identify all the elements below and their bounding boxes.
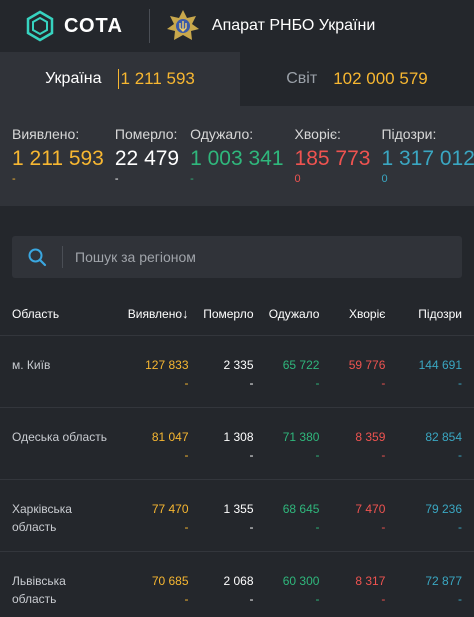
col-recovered-header[interactable]: Одужало xyxy=(254,307,320,321)
stat-label: Підозри: xyxy=(381,126,437,142)
tab-world-label: Світ xyxy=(286,70,318,87)
deaths-value: 1 355 xyxy=(223,502,254,516)
region-name: Одеська область xyxy=(12,430,107,444)
stat-label: Одужало: xyxy=(190,126,254,142)
sota-logo-icon xyxy=(26,10,54,42)
stat-delta: - xyxy=(12,173,16,185)
suspected-delta: - xyxy=(458,592,463,606)
deaths-value: 2 068 xyxy=(223,574,254,588)
sick-value: 8 317 xyxy=(355,574,386,588)
stat-value: 185 773 xyxy=(294,147,371,170)
org-link[interactable]: Апарат РНБО України xyxy=(166,9,375,43)
deaths-value: 1 308 xyxy=(223,430,254,444)
stat-delta: 0 xyxy=(294,173,301,185)
stat-delta: - xyxy=(190,173,194,185)
rnbo-emblem-icon xyxy=(166,10,199,40)
search-box[interactable] xyxy=(12,236,462,278)
deaths-value: 2 335 xyxy=(223,358,254,372)
search-icon[interactable] xyxy=(12,247,62,267)
stat-value: 22 479 xyxy=(114,147,180,170)
tab-world-value: 102 000 579 xyxy=(333,69,428,88)
stat-delta: - xyxy=(114,173,119,185)
sota-logo[interactable]: СОТА xyxy=(24,10,123,42)
suspected-value: 144 691 xyxy=(418,358,463,372)
sick-value: 8 359 xyxy=(355,430,386,444)
table-header: Область Виявлено↓ Померло Одужало Хворіє… xyxy=(0,292,474,336)
stat-value: 1 003 341 xyxy=(190,147,284,170)
search-section xyxy=(0,206,474,292)
suspected-value: 82 854 xyxy=(425,430,463,444)
stat-delta: 0 xyxy=(381,173,388,185)
confirmed-value: 81 047 xyxy=(151,430,189,444)
col-deaths-header[interactable]: Померло xyxy=(189,307,253,321)
table-row[interactable]: Харківська область 77 470- 1 355- 68 645… xyxy=(0,480,474,552)
search-input[interactable] xyxy=(63,249,462,265)
summary-panel: Виявлено: 1 211 593 - Померло: 22 479 - … xyxy=(0,106,474,206)
col-region-header[interactable]: Область xyxy=(12,307,109,321)
org-name: Апарат РНБО України xyxy=(211,17,376,34)
tab-world[interactable]: Світ 102 000 579 xyxy=(240,52,474,106)
region-name: Харківська область xyxy=(12,502,72,534)
table-row[interactable]: Одеська область 81 047- 1 308- 71 380- 8… xyxy=(0,408,474,480)
confirmed-value: 70 685 xyxy=(151,574,189,588)
sick-value: 59 776 xyxy=(348,358,386,372)
recovered-value: 60 300 xyxy=(282,574,320,588)
region-name: Львівська область xyxy=(12,574,66,606)
stat-label: Виявлено: xyxy=(12,126,80,142)
logo-text: СОТА xyxy=(64,14,123,37)
stat-label: Померло: xyxy=(114,126,178,142)
stat-confirmed: Виявлено: 1 211 593 - xyxy=(12,126,104,206)
suspected-delta: - xyxy=(458,376,463,390)
stat-value: 1 317 012 xyxy=(381,147,474,170)
scope-tabs: Україна 1 211 593 Світ 102 000 579 xyxy=(0,52,474,106)
recovered-value: 71 380 xyxy=(282,430,320,444)
recovered-value: 65 722 xyxy=(282,358,320,372)
app-header: СОТА Апарат РНБО України xyxy=(0,0,474,52)
suspected-delta: - xyxy=(458,520,463,534)
tab-ukraine-label: Україна xyxy=(45,70,102,87)
suspected-value: 72 877 xyxy=(425,574,463,588)
suspected-delta: - xyxy=(458,448,463,462)
stat-value: 1 211 593 xyxy=(12,147,104,170)
stat-deaths: Померло: 22 479 - xyxy=(115,126,179,206)
confirmed-value: 127 833 xyxy=(145,358,189,372)
col-confirmed-label: Виявлено xyxy=(127,307,183,321)
stat-recovered: Одужало: 1 003 341 - xyxy=(190,126,283,206)
tab-ukraine[interactable]: Україна 1 211 593 xyxy=(0,52,240,106)
stat-sick: Хворіє: 185 773 0 xyxy=(295,126,371,206)
col-confirmed-header[interactable]: Виявлено↓ xyxy=(109,306,189,321)
confirmed-value: 77 470 xyxy=(151,502,189,516)
tab-ukraine-value: 1 211 593 xyxy=(117,69,195,89)
col-suspected-header[interactable]: Підозри xyxy=(385,307,462,321)
col-sick-header[interactable]: Хворіє xyxy=(319,307,385,321)
header-divider xyxy=(148,9,150,43)
table-row[interactable]: Львівська область 70 685- 2 068- 60 300-… xyxy=(0,552,474,617)
sick-value: 7 470 xyxy=(355,502,386,516)
suspected-value: 79 236 xyxy=(425,502,463,516)
stat-suspected: Підозри: 1 317 012 0 xyxy=(381,126,474,206)
recovered-value: 68 645 xyxy=(282,502,320,516)
region-name: м. Київ xyxy=(12,358,51,372)
stat-label: Хворіє: xyxy=(294,126,341,142)
table-row[interactable]: м. Київ 127 833- 2 335- 65 722- 59 776- … xyxy=(0,336,474,408)
